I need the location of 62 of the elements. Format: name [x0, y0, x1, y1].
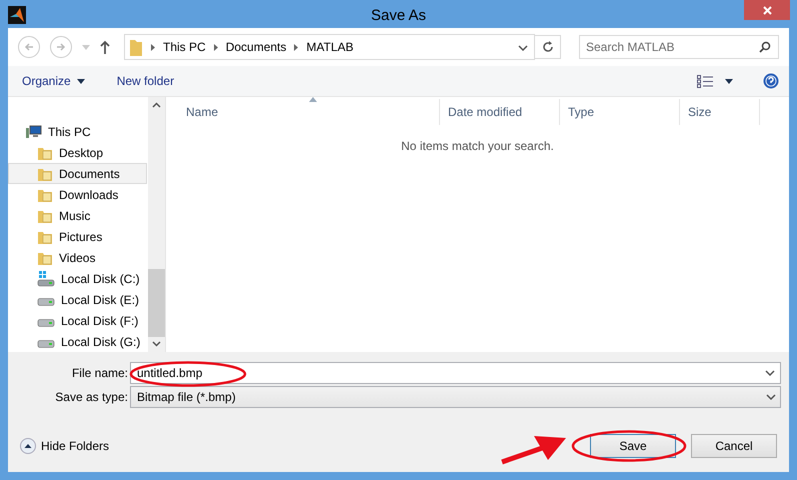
- breadcrumb[interactable]: MATLAB: [306, 40, 354, 54]
- chevron-icon: [518, 45, 528, 51]
- caret-icon: [76, 78, 85, 84]
- file-name-label: File name:: [70, 366, 129, 380]
- arrow-drawing: [500, 434, 568, 464]
- save-type-label: Save as type:: [54, 390, 129, 404]
- scrollbar-thumb[interactable]: [148, 269, 165, 337]
- new-folder-button[interactable]: New folder: [112, 72, 178, 90]
- breadcrumb[interactable]: Documents: [226, 40, 286, 54]
- window-title: Save As: [370, 7, 426, 24]
- drive-icon: [37, 298, 55, 306]
- sidebar-item[interactable]: Videos: [8, 247, 147, 268]
- collapse-icon: [20, 438, 36, 454]
- drive-icon: [37, 340, 55, 348]
- sidebar-item[interactable]: Local Disk (C:): [8, 268, 147, 289]
- app-logo-icon: [8, 6, 26, 24]
- refresh-button[interactable]: [535, 35, 561, 59]
- address-bar[interactable]: This PC Documents MATLAB: [124, 34, 535, 60]
- close-button[interactable]: [744, 0, 790, 20]
- sidebar-item[interactable]: This PC: [8, 121, 147, 142]
- breadcrumb-separator-icon: [294, 44, 298, 50]
- column-header[interactable]: Date modified: [440, 99, 560, 125]
- save-button[interactable]: Save: [590, 434, 676, 458]
- hide-folders-button[interactable]: Hide Folders: [20, 438, 110, 454]
- sidebar-item[interactable]: Desktop: [8, 142, 147, 163]
- folder-icon: [129, 38, 143, 56]
- sidebar-item[interactable]: Pictures: [8, 226, 147, 247]
- view-options-icon[interactable]: [697, 74, 713, 88]
- sidebar-item[interactable]: Local Disk (F:): [8, 310, 147, 331]
- sidebar-item[interactable]: Local Disk (E:): [8, 289, 147, 310]
- search-icon: [759, 41, 771, 53]
- back-arrow-icon: [24, 42, 34, 52]
- forward-arrow-icon: [56, 42, 66, 52]
- help-icon[interactable]: [763, 73, 779, 89]
- sidebar-item[interactable]: Local Disk (G:): [8, 331, 147, 352]
- file-name-field[interactable]: untitled.bmp: [130, 362, 781, 384]
- view-caret-icon: [725, 78, 733, 84]
- sidebar-item[interactable]: Documents: [8, 163, 147, 184]
- sidebar-item[interactable]: Downloads: [8, 184, 147, 205]
- computer-icon: [26, 124, 42, 138]
- column-header[interactable]: Type: [560, 99, 680, 125]
- column-header[interactable]: Size: [680, 99, 760, 125]
- breadcrumb-separator-icon: [151, 44, 155, 50]
- empty-message: No items match your search.: [400, 139, 555, 153]
- up-arrow-icon[interactable]: [100, 40, 110, 54]
- search-field[interactable]: Search MATLAB: [579, 35, 779, 59]
- breadcrumb[interactable]: This PC: [163, 40, 206, 54]
- sort-arrow-icon: [308, 97, 316, 102]
- close-icon: [762, 6, 772, 14]
- drive-icon: [37, 270, 55, 286]
- chevron-icon: [765, 370, 775, 376]
- breadcrumb-separator-icon: [214, 44, 218, 50]
- sidebar-item[interactable]: Music: [8, 205, 147, 226]
- save-type-dropdown[interactable]: Bitmap file (*.bmp): [130, 386, 781, 408]
- organize-menu[interactable]: Organize: [18, 72, 89, 90]
- scroll-up-icon[interactable]: [152, 102, 161, 108]
- column-header[interactable]: Name: [178, 99, 440, 125]
- refresh-icon: [542, 41, 554, 53]
- chevron-icon: [766, 394, 776, 400]
- cancel-button[interactable]: Cancel: [691, 434, 777, 458]
- scroll-down-icon[interactable]: [152, 341, 161, 347]
- drive-icon: [37, 319, 55, 327]
